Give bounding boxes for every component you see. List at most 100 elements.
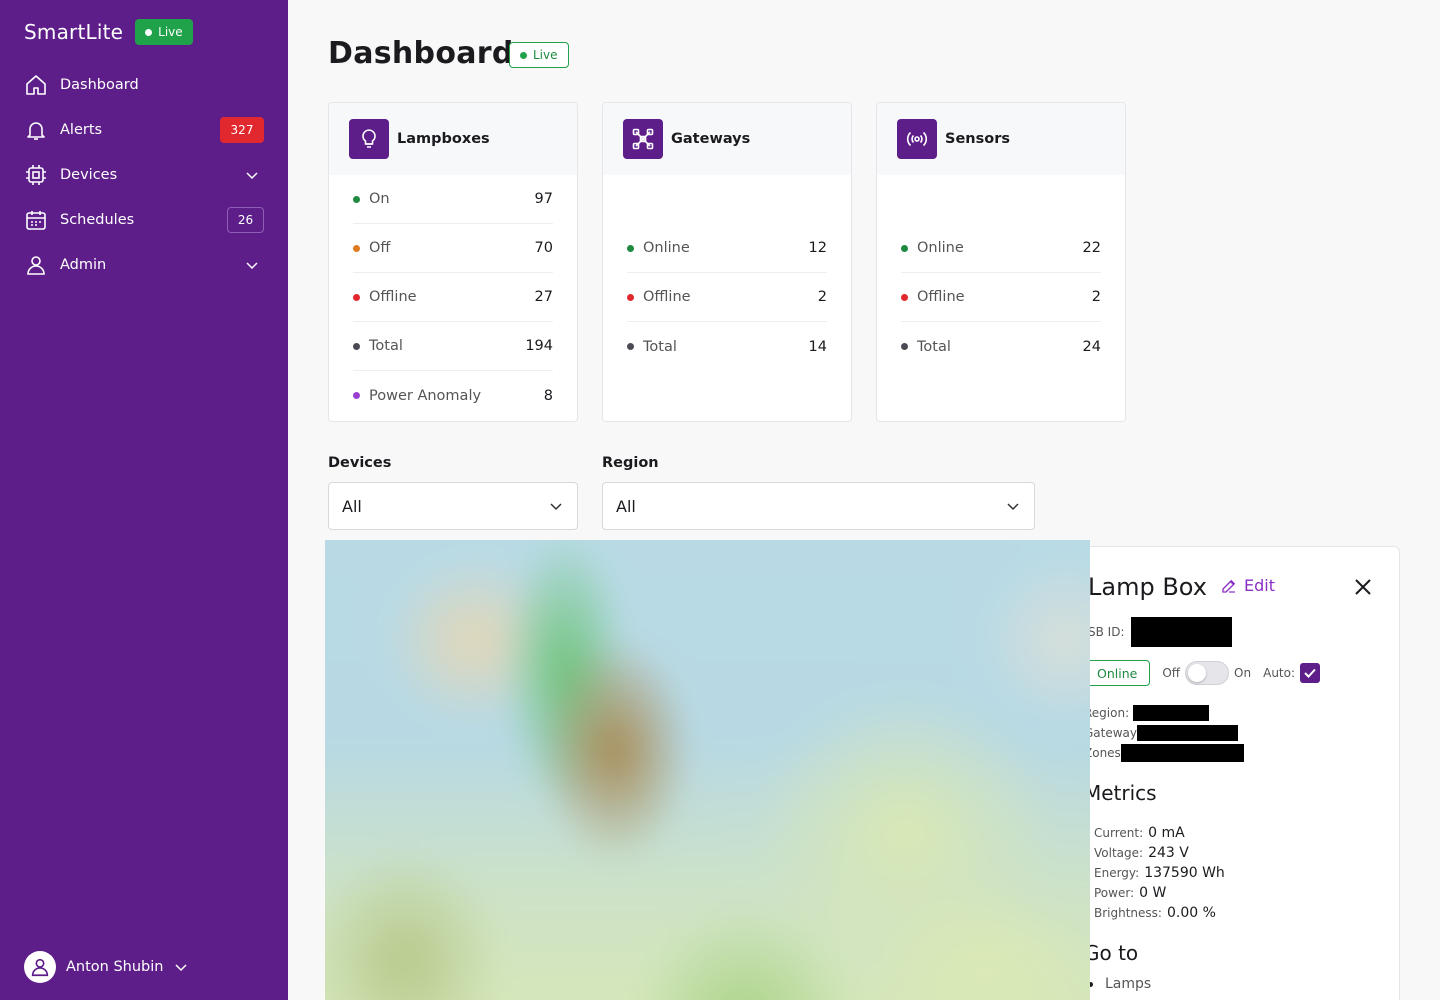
stat-value: 2 xyxy=(1091,289,1101,305)
status-dot-icon xyxy=(353,195,360,203)
sidebar: SmartLite Live Dashboard Alerts 327 Devi… xyxy=(0,0,288,1000)
status-dot-icon xyxy=(353,293,360,301)
metric-voltage: Voltage: 243 V xyxy=(1094,845,1189,861)
live-badge-label: Live xyxy=(158,25,183,39)
stat-row: Online 12 xyxy=(627,224,827,273)
stat-row: Total 24 xyxy=(901,322,1101,371)
chevron-down-icon xyxy=(1007,503,1019,511)
map-tiles xyxy=(325,540,1090,1000)
chevron-down-icon[interactable] xyxy=(244,257,260,273)
devices-select[interactable]: All xyxy=(328,482,578,530)
metric-label: Energy: xyxy=(1094,866,1140,880)
sidebar-item-alerts[interactable]: Alerts 327 xyxy=(0,107,288,152)
user-name: Anton Shubin xyxy=(66,959,164,975)
metric-label: Power: xyxy=(1094,886,1135,900)
stat-label: Total xyxy=(917,338,951,355)
lightbulb-icon xyxy=(349,119,389,159)
status-dot-icon xyxy=(901,244,908,252)
redacted-value xyxy=(1120,744,1244,762)
sidebar-item-dashboard[interactable]: Dashboard xyxy=(0,62,288,107)
goto-lamps-link[interactable]: Lamps xyxy=(1088,976,1151,992)
stat-value: 14 xyxy=(808,338,827,355)
edit-label: Edit xyxy=(1244,576,1275,595)
toggle-off-label: Off xyxy=(1162,666,1181,680)
sidebar-item-admin[interactable]: Admin xyxy=(0,242,288,287)
chevron-down-icon[interactable] xyxy=(244,167,260,183)
metric-current: Current: 0 mA xyxy=(1094,825,1185,841)
stat-label: Offline xyxy=(369,289,417,305)
power-toggle-group: Off On xyxy=(1162,661,1251,685)
stat-value: 22 xyxy=(1082,240,1101,256)
brand-name[interactable]: SmartLite xyxy=(24,20,123,44)
stat-label: On xyxy=(369,191,390,207)
gateway-row: Gateway xyxy=(1084,725,1239,741)
sidebar-item-label: Devices xyxy=(60,166,118,183)
status-dot-icon xyxy=(353,392,360,399)
chevron-down-icon xyxy=(550,503,562,511)
metric-value: 0.00 % xyxy=(1166,905,1216,921)
redacted-value xyxy=(1133,705,1210,721)
map-view[interactable] xyxy=(325,540,1090,1000)
stat-label: Power Anomaly xyxy=(369,387,482,404)
calendar-icon xyxy=(24,208,48,232)
broadcast-icon xyxy=(897,119,937,159)
stat-value: 70 xyxy=(534,240,553,256)
stat-value: 97 xyxy=(534,191,553,207)
network-icon xyxy=(623,119,663,159)
brand: SmartLite Live xyxy=(24,19,193,45)
power-toggle[interactable] xyxy=(1185,661,1230,685)
close-icon[interactable] xyxy=(1354,578,1372,596)
user-icon xyxy=(24,253,48,277)
stat-label: Total xyxy=(643,338,677,355)
stat-row: Offline 2 xyxy=(627,273,827,322)
goto-title: Go to xyxy=(1084,941,1139,965)
gateways-card: Gateways Online 12 Offline 2 Total 14 xyxy=(602,102,852,422)
toggle-knob xyxy=(1188,664,1207,682)
live-dot-icon xyxy=(145,28,153,36)
stat-row: Total 14 xyxy=(627,322,827,371)
status-dot-icon xyxy=(353,244,360,252)
sidebar-item-schedules[interactable]: Schedules 26 xyxy=(0,197,288,242)
live-status-label: Live xyxy=(533,48,558,62)
card-title: Lampboxes xyxy=(397,131,490,147)
card-header: Lampboxes xyxy=(329,103,577,175)
stat-row: Power Anomaly 8 xyxy=(353,371,553,420)
metric-label: Current: xyxy=(1094,826,1144,840)
status-dot-icon xyxy=(353,342,360,350)
chip-icon xyxy=(24,163,48,187)
stat-row: Online 22 xyxy=(901,224,1101,273)
metric-value: 0 mA xyxy=(1148,825,1185,841)
stat-row: Offline 27 xyxy=(353,273,553,322)
chevron-down-icon[interactable] xyxy=(173,959,189,975)
stat-row: Off 70 xyxy=(353,224,553,273)
edit-button[interactable]: Edit xyxy=(1220,576,1275,595)
stats-list: Online 12 Offline 2 Total 14 xyxy=(603,175,851,371)
alerts-count-badge: 327 xyxy=(220,116,264,143)
stat-value: 27 xyxy=(534,289,553,305)
auto-checkbox[interactable] xyxy=(1300,663,1321,683)
zones-row: Zones xyxy=(1084,744,1244,762)
sidebar-item-label: Admin xyxy=(60,256,107,273)
stat-row: Total 194 xyxy=(353,322,553,371)
stat-value: 8 xyxy=(543,387,553,404)
sb-id-row: SB ID: xyxy=(1088,617,1232,647)
status-dot-icon xyxy=(901,343,908,350)
metric-energy: Energy: 137590 Wh xyxy=(1094,865,1225,881)
user-menu[interactable]: Anton Shubin xyxy=(24,951,189,983)
card-title: Sensors xyxy=(945,131,1010,147)
status-dot-icon xyxy=(901,293,908,301)
edit-icon xyxy=(1222,579,1236,593)
region-select[interactable]: All xyxy=(602,482,1035,530)
metric-value: 137590 Wh xyxy=(1144,865,1225,881)
stats-list: On 97 Off 70 Offline 27 Total 194 Power Anom… xyxy=(329,175,577,420)
bell-icon xyxy=(24,118,48,142)
sidebar-item-devices[interactable]: Devices xyxy=(0,152,288,197)
panel-title: Lamp Box xyxy=(1088,573,1207,601)
toggle-on-label: On xyxy=(1234,666,1252,680)
stat-label: Total xyxy=(369,338,403,354)
status-controls: Online Off On Auto: xyxy=(1084,660,1321,686)
home-icon xyxy=(24,73,48,97)
redacted-value xyxy=(1137,725,1239,741)
auto-label: Auto: xyxy=(1263,666,1296,680)
